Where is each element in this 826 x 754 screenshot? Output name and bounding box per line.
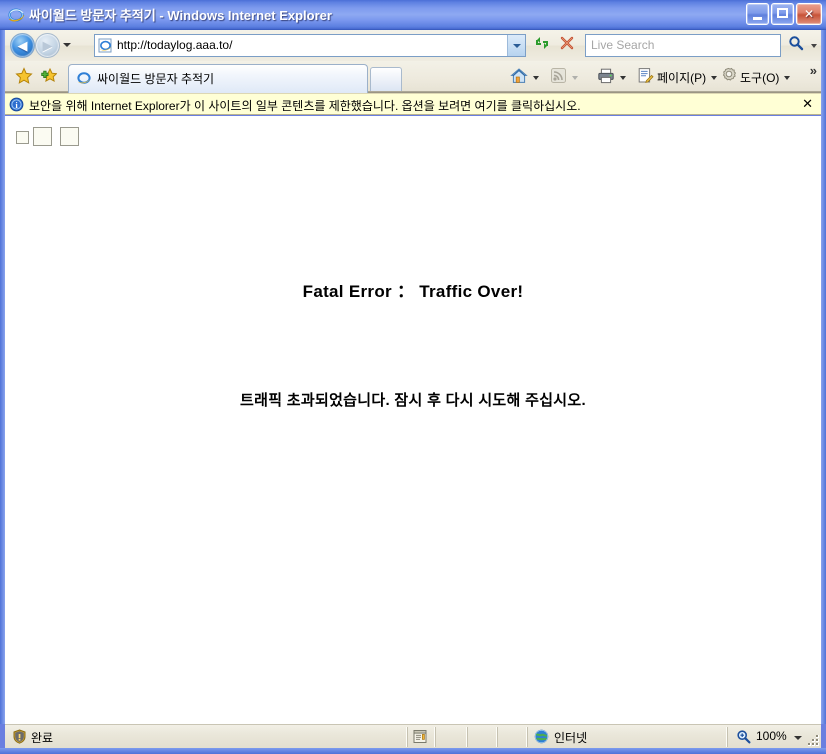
broken-image-small [16,131,29,144]
security-zone-text: 인터넷 [554,731,588,745]
security-information-bar[interactable]: i 보안을 위해 Internet Explorer가 이 사이트의 일부 콘텐… [5,93,821,115]
security-zone-panel[interactable]: 인터넷 [527,727,727,747]
favorites-center-icon[interactable] [15,67,33,85]
title-bar: 싸이월드 방문자 추적기 - Windows Internet Explorer… [0,0,826,30]
new-tab-button[interactable] [370,67,402,93]
error-message: 트래픽 초과되었습니다. 잠시 후 다시 시도해 주십시오. [240,392,586,409]
security-shield-icon [12,729,27,744]
maximize-button[interactable] [771,3,794,25]
home-icon [510,67,528,88]
status-bar: 완료 인터넷 100% [5,724,821,748]
form-status-panel[interactable] [407,727,435,747]
window-frame-bottom [0,748,826,754]
status-panel-3 [467,727,497,747]
tab-and-command-bar: 싸이월드 방문자 추적기 페이지(P) 도구(O) » [5,61,821,93]
print-button[interactable] [597,66,626,88]
tab-label: 싸이월드 방문자 추적기 [97,72,215,86]
page-favicon-icon [98,38,113,53]
rss-feed-icon [550,67,567,87]
add-to-favorites-icon[interactable] [39,67,58,85]
forward-arrow-icon: ▶ [42,37,53,53]
page-icon [637,67,654,87]
home-dropdown-icon[interactable] [533,76,539,80]
forward-button[interactable]: ▶ [35,33,60,58]
window-controls: ✕ [746,3,822,25]
tools-menu-label: 도구(O) [740,70,780,85]
search-go-button[interactable] [785,34,807,57]
address-toolbar: ◀ ▶ http://todaylog.aaa.to/ Live Search [5,30,821,61]
search-placeholder: Live Search [591,38,655,52]
internet-zone-globe-icon [534,729,549,744]
search-input[interactable]: Live Search [585,34,781,57]
page-menu-label: 페이지(P) [657,70,707,85]
resize-grip[interactable] [807,734,819,746]
printer-icon [597,67,615,88]
internet-explorer-icon [7,6,25,24]
close-icon: ✕ [803,7,815,21]
print-dropdown-icon[interactable] [620,76,626,80]
error-title: Fatal Error ： Traffic Over! [302,282,524,301]
status-message-panel: 완료 [5,727,407,747]
status-panel-4 [497,727,527,747]
zoom-dropdown-icon[interactable] [794,736,802,740]
back-arrow-icon: ◀ [17,37,28,53]
ie-browser-window: 싸이월드 방문자 추적기 - Windows Internet Explorer… [0,0,826,754]
stop-icon [559,35,575,56]
close-button[interactable]: ✕ [796,3,822,25]
tools-menu-button[interactable]: 도구(O) [720,66,791,88]
maximize-icon [777,8,788,18]
window-title: 싸이월드 방문자 추적기 - Windows Internet Explorer [29,8,332,23]
address-bar-text: http://todaylog.aaa.to/ [117,38,233,52]
information-bar-message: 보안을 위해 Internet Explorer가 이 사이트의 일부 콘텐츠를… [29,99,581,113]
broken-image-medium [33,127,52,146]
information-shield-icon: i [9,97,24,112]
tab-cyworld-visitor-tracker[interactable]: 싸이월드 방문자 추적기 [68,64,368,93]
form-notification-icon [413,729,428,744]
back-button[interactable]: ◀ [10,33,35,58]
broken-image-large [60,127,79,146]
minimize-icon [753,17,762,20]
address-bar[interactable]: http://todaylog.aaa.to/ [94,34,526,57]
status-text: 완료 [31,731,54,745]
home-button[interactable] [510,66,539,88]
recent-pages-dropdown-icon[interactable] [63,43,71,47]
feeds-dropdown-icon [572,76,578,80]
address-dropdown-icon[interactable] [507,35,525,56]
tab-favicon-icon [76,70,92,86]
refresh-icon [534,35,550,56]
window-frame-right [821,30,826,724]
search-icon [788,35,804,56]
feeds-button [550,66,578,88]
tools-menu-dropdown-icon[interactable] [784,76,791,80]
zoom-level-text: 100% [756,729,787,743]
refresh-button[interactable] [530,34,553,57]
stop-button[interactable] [555,34,578,57]
search-options-dropdown-icon[interactable] [807,34,821,57]
zoom-magnifier-icon [736,729,751,744]
status-panel-2 [435,727,467,747]
page-content-area: Fatal Error ： Traffic Over! 트래픽 초과되었습니다.… [5,116,821,724]
page-menu-button[interactable]: 페이지(P) [637,66,718,88]
page-menu-dropdown-icon[interactable] [711,76,718,80]
information-bar-close-icon[interactable]: ✕ [802,96,813,112]
gear-icon [720,67,737,87]
minimize-button[interactable] [746,3,769,25]
command-bar-overflow-icon[interactable]: » [810,63,817,78]
